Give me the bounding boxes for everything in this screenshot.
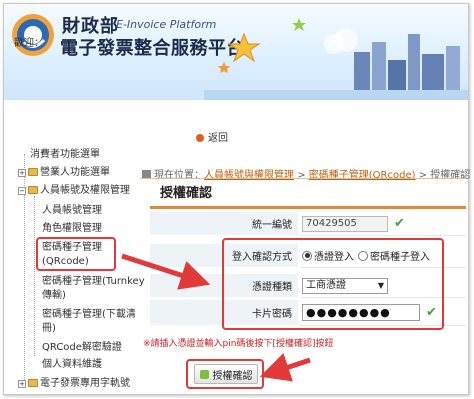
folder-icon [28, 379, 38, 387]
breadcrumb-prefix: 現在位置： [154, 170, 204, 181]
check-icon: ✔ [394, 216, 405, 231]
expand-icon[interactable]: + [18, 380, 26, 388]
breadcrumb-link-seed-qrcode[interactable]: 密碼種子管理(QRcode) [309, 170, 416, 181]
sidebar-highlight-box [36, 237, 116, 271]
sidebar-item-role-perms[interactable]: 角色權限管理 [42, 222, 102, 235]
sidebar-item-label: 密碼種子管理(下載清 [42, 309, 136, 320]
sidebar-item-label: 個人資料維護 [42, 359, 102, 370]
back-link[interactable]: 返回 [196, 129, 228, 144]
welcome-label: 歡迎： [14, 38, 44, 49]
sidebar-item-label: 密碼種子管理(Turnkey [42, 276, 145, 287]
form-highlight-box [222, 238, 444, 330]
sidebar-item-label: 傳輸) [42, 290, 66, 301]
button-highlight-box [186, 359, 264, 389]
tree-line [34, 196, 35, 356]
sidebar-item-label: 冊) [42, 323, 56, 334]
site-title-en: E-Invoice Platform [116, 18, 217, 31]
back-icon [196, 134, 204, 142]
site-header: 財政部 E-Invoice Platform 電子發票整合服務平台 [4, 4, 468, 100]
sidebar-item-profile[interactable]: 個人資料維護 [42, 358, 102, 371]
sidebar-item-seed-download[interactable]: 密碼種子管理(下載清 [42, 308, 136, 321]
sidebar-item-seed-turnkey-sub[interactable]: 傳輸) [42, 289, 66, 302]
sidebar-item-consumer[interactable]: 消費者功能選單 [30, 148, 100, 161]
sidebar-item-user-accounts[interactable]: 人員帳號管理 [42, 204, 102, 217]
folder-open-icon [28, 186, 38, 194]
sidebar-item-seed-download-sub[interactable]: 冊) [42, 322, 56, 335]
sidebar-item-label: 人員帳號管理 [42, 205, 102, 216]
notice-text: ※請插入憑證並輸入pin碼後按下[授權確認]按鈕 [143, 339, 334, 349]
sidebar-item-label: 人員帳號及權限管理 [40, 185, 130, 196]
vat-value-cell: 70429505 ✔ [300, 212, 466, 236]
sidebar-item-label: 營業人功能選單 [40, 167, 110, 178]
expand-icon[interactable]: + [18, 169, 26, 177]
sidebar-item-qrcode-verify[interactable]: QRCode解密驗證 [42, 341, 122, 354]
sidebar-item-label: 消費者功能選單 [30, 149, 100, 160]
sidebar-item-business[interactable]: + 營業人功能選單 [18, 166, 110, 179]
collapse-icon[interactable]: − [18, 187, 26, 195]
page-title: 授權確認 [160, 186, 213, 201]
sidebar-item-label: 角色權限管理 [42, 223, 102, 234]
vat-row: 統一編號 70429505 ✔ [150, 212, 466, 236]
vat-field: 70429505 [302, 215, 388, 232]
sidebar-item-label: 電子發票專用字軌號 [40, 378, 130, 389]
divider [140, 178, 466, 179]
header-illustration [204, 18, 468, 100]
folder-icon [28, 168, 38, 176]
back-label: 返回 [208, 133, 228, 144]
sidebar-item-account-perms[interactable]: − 人員帳號及權限管理 [18, 184, 130, 197]
breadcrumb-separator: > [297, 170, 306, 181]
vat-label: 統一編號 [150, 212, 298, 236]
breadcrumb-separator: > [418, 170, 428, 181]
breadcrumb-link-account-perms[interactable]: 人員帳號與權限管理 [204, 170, 294, 181]
title-underline [150, 206, 466, 209]
sidebar-item-seed-turnkey[interactable]: 密碼種子管理(Turnkey [42, 275, 145, 288]
sidebar-item-track-numbers[interactable]: + 電子發票專用字軌號 [18, 377, 130, 390]
breadcrumb-current: 授權確認 [430, 170, 471, 181]
sidebar-item-label: QRCode解密驗證 [42, 342, 122, 353]
